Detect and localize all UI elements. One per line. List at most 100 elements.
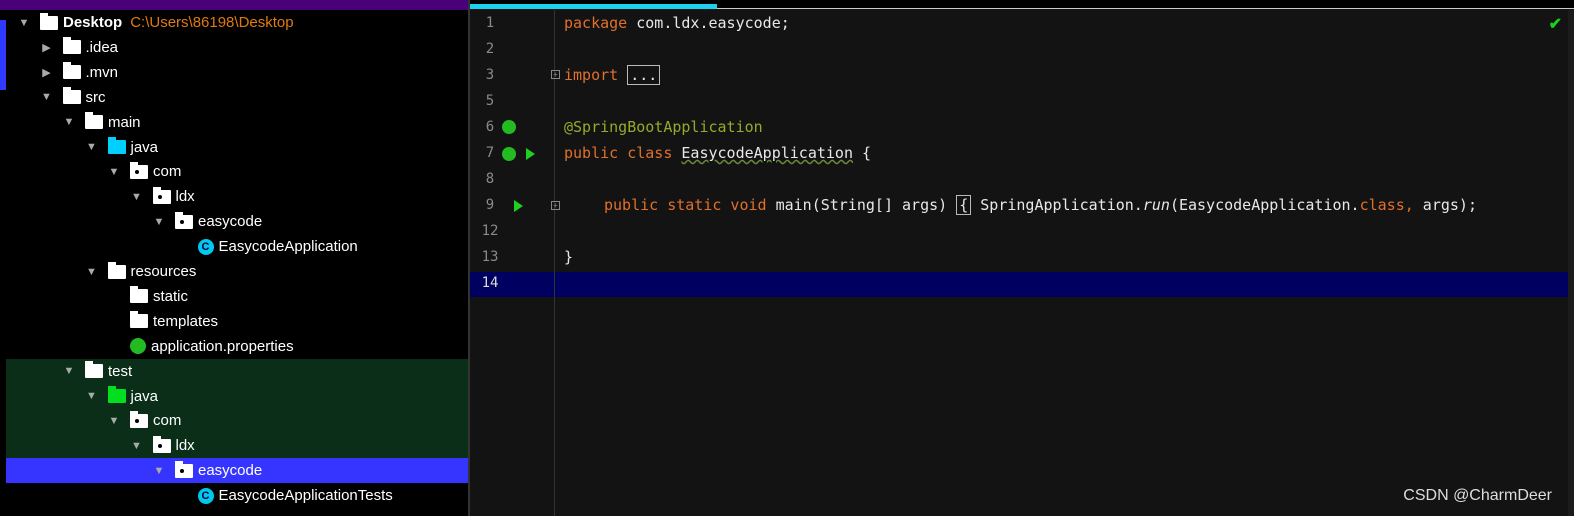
tree-item-label: java: [130, 138, 159, 156]
root-path: C:\Users\86198\Desktop: [130, 14, 294, 31]
tree-root[interactable]: ▼ Desktop C:\Users\86198\Desktop: [6, 10, 468, 35]
line-number: 9: [485, 197, 495, 213]
tree-item-label: templates: [153, 312, 219, 330]
tree-item[interactable]: application.properties: [6, 334, 468, 359]
spring-bean-icon[interactable]: [502, 120, 516, 134]
tab-active[interactable]: [470, 4, 717, 9]
tree-item[interactable]: ▼ java: [6, 383, 468, 409]
tree-item[interactable]: ▶ .idea: [6, 35, 468, 60]
code-line-6: @SpringBootApplication: [564, 118, 763, 136]
chevron-down-icon[interactable]: ▼: [108, 166, 120, 178]
chevron-down-icon[interactable]: ▼: [86, 390, 98, 402]
test-folder-icon: [107, 386, 126, 403]
tree-item[interactable]: ▼ ldx: [6, 433, 468, 459]
tree-item[interactable]: ▼ com: [6, 408, 468, 434]
chevron-down-icon[interactable]: ▼: [18, 17, 30, 29]
code-line-13: }: [564, 248, 574, 266]
line-number: 13: [481, 249, 499, 265]
tree-item-label: ldx: [175, 437, 195, 455]
tree-item[interactable]: ▼ easycode: [6, 209, 468, 234]
run-icon[interactable]: [514, 200, 523, 212]
folder-icon: [62, 87, 81, 105]
tree-item[interactable]: ▼ java: [6, 135, 468, 160]
chevron-down-icon[interactable]: ▼: [131, 191, 143, 203]
tree-item[interactable]: ▼ src: [6, 85, 468, 110]
tree-item-label: EasycodeApplication: [218, 238, 358, 256]
line-number: 2: [485, 41, 495, 57]
package-icon: [175, 211, 193, 229]
package-icon: [175, 460, 193, 478]
tree-item-label: resources: [130, 263, 197, 280]
folder-icon: [62, 62, 81, 80]
folder-icon: [130, 311, 148, 329]
root-name: Desktop: [63, 14, 123, 31]
package-icon: [152, 186, 171, 204]
tree-item[interactable]: ▼ ldx: [6, 184, 468, 209]
code-line-9: public static void main(String[] args) {…: [604, 195, 1477, 215]
tree-item[interactable]: ▼ easycode: [6, 458, 468, 484]
chevron-down-icon[interactable]: ▼: [108, 415, 120, 427]
spring-class-icon: C: [197, 238, 214, 255]
chevron-right-icon[interactable]: ▶: [41, 66, 53, 79]
inspection-ok-icon[interactable]: ✔: [1549, 14, 1562, 34]
folder-icon: [62, 37, 81, 55]
tree-item-label: easycode: [198, 462, 263, 480]
editor-tabs: [470, 0, 1574, 9]
line-number: 12: [481, 223, 499, 239]
tree-item-label: main: [108, 113, 141, 131]
chevron-down-icon[interactable]: ▼: [41, 91, 53, 103]
tree-item-label: application.properties: [151, 337, 294, 355]
module-folder-icon: [40, 12, 58, 30]
tree-item[interactable]: ▼ test: [6, 358, 468, 384]
package-icon: [130, 410, 148, 428]
tree-item-label: java: [130, 387, 159, 405]
title-bar: [0, 0, 470, 10]
code-line-3: import ...: [564, 62, 661, 88]
line-number: 8: [485, 171, 495, 187]
project-tree: ▼ Desktop C:\Users\86198\Desktop ▶ .idea ▶…: [6, 10, 468, 516]
chevron-down-icon[interactable]: ▼: [63, 365, 75, 377]
code-editor[interactable]: 1 2 3 5 6 7 8 9 12 13 14 + + package com.ldx.easyc…: [470, 10, 1574, 516]
tree-item-label: com: [153, 163, 182, 181]
source-folder-icon: [107, 137, 126, 154]
spring-bean-icon[interactable]: [502, 147, 516, 161]
fold-expand-icon[interactable]: +: [551, 201, 560, 210]
line-number: 1: [485, 15, 495, 31]
tree-item[interactable]: templates: [6, 309, 468, 334]
gutter-divider: [554, 10, 555, 516]
line-number: 5: [485, 93, 495, 109]
tree-item-label: src: [85, 88, 106, 106]
chevron-down-icon[interactable]: ▼: [153, 216, 165, 228]
chevron-right-icon[interactable]: ▶: [41, 41, 53, 54]
folded-imports[interactable]: ...: [627, 65, 661, 85]
code-line-1: package com.ldx.easycode;: [564, 14, 790, 32]
scrollbar[interactable]: [1568, 10, 1574, 516]
watermark: CSDN @CharmDeer: [1403, 487, 1552, 504]
tree-item[interactable]: C EasycodeApplication: [6, 234, 468, 259]
package-icon: [152, 435, 171, 453]
code-line-7: public class EasycodeApplication {: [564, 144, 872, 162]
tree-item[interactable]: ▼ main: [6, 110, 468, 135]
fold-expand-icon[interactable]: +: [551, 70, 560, 79]
folder-icon: [85, 361, 103, 379]
chevron-down-icon[interactable]: ▼: [86, 266, 98, 278]
folder-icon: [130, 286, 148, 304]
chevron-down-icon[interactable]: ▼: [63, 116, 75, 128]
line-number: 14: [481, 275, 499, 291]
tree-item-label: .idea: [85, 38, 119, 56]
tree-item-label: test: [108, 362, 133, 380]
tree-item[interactable]: static: [6, 284, 468, 309]
tree-item-label: static: [153, 287, 189, 305]
tree-item-label: .mvn: [85, 63, 119, 81]
resources-folder-icon: [107, 261, 126, 279]
tree-item[interactable]: ▼ com: [6, 159, 468, 184]
tree-item[interactable]: ▶ .mvn: [6, 60, 468, 85]
run-icon[interactable]: [526, 148, 535, 160]
folder-icon: [85, 112, 103, 130]
chevron-down-icon[interactable]: ▼: [153, 465, 165, 477]
tree-item-label: easycode: [198, 213, 263, 231]
chevron-down-icon[interactable]: ▼: [131, 440, 143, 452]
tree-item[interactable]: ▼ resources: [6, 259, 468, 284]
chevron-down-icon[interactable]: ▼: [86, 141, 98, 153]
tree-item[interactable]: C EasycodeApplicationTests: [6, 483, 468, 508]
